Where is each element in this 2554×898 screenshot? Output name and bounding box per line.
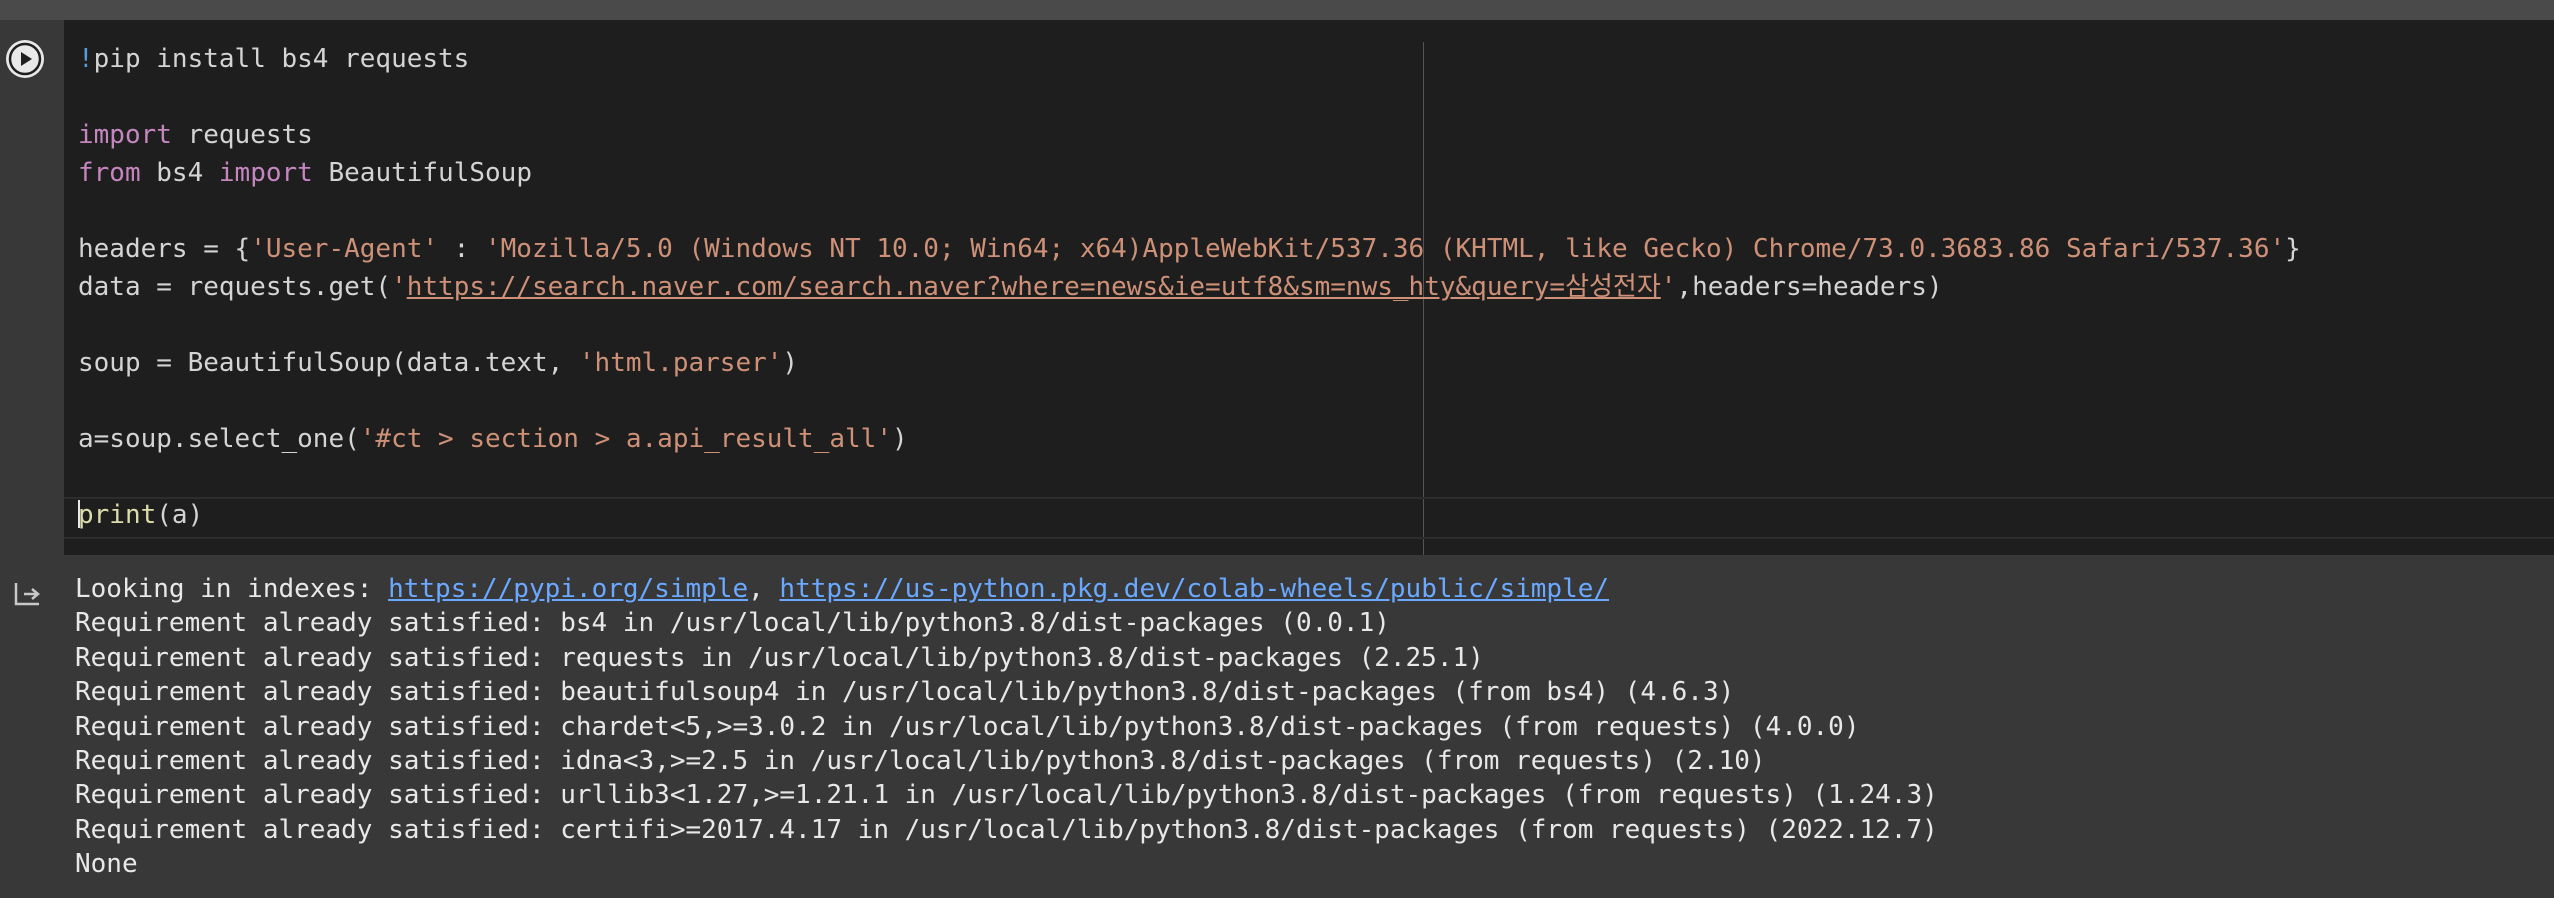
colab-wheels-link[interactable]: https://us-python.pkg.dev/colab-wheels/p… — [779, 574, 1609, 604]
code-cell: !pip install bs4 requests import request… — [0, 20, 2554, 555]
output-line: Requirement already satisfied: urllib3<1… — [75, 780, 1938, 811]
code-line: !pip install bs4 requests — [78, 40, 2301, 78]
keyword: import — [218, 158, 313, 188]
output-line: None — [75, 849, 138, 880]
pypi-index-link[interactable]: https://pypi.org/simple — [388, 574, 748, 604]
cell-gutter — [0, 20, 64, 555]
code-lines: !pip install bs4 requests import request… — [78, 40, 2301, 534]
output-line: Requirement already satisfied: requests … — [75, 642, 1484, 673]
string-literal: 'html.parser' — [578, 348, 783, 378]
code-text: (a) — [156, 500, 204, 530]
output-line: Requirement already satisfied: idna<3,>=… — [75, 745, 1766, 776]
code-text: a=soup.select_one( — [78, 424, 360, 454]
code-text: ,headers=headers) — [1676, 272, 1943, 302]
code-text: pip install bs4 requests — [93, 44, 470, 74]
output-separator: , — [748, 574, 780, 604]
code-line: soup = BeautifulSoup(data.text, 'html.pa… — [78, 344, 2301, 382]
play-icon — [8, 42, 42, 76]
code-text: : — [438, 234, 485, 264]
string-literal: 'Mozilla/5.0 (Windows NT 10.0; Win64; x6… — [485, 234, 2286, 264]
output-line: Requirement already satisfied: certifi>=… — [75, 814, 1938, 845]
cell-output: Looking in indexes: https://pypi.org/sim… — [0, 555, 2554, 898]
keyword: import — [78, 120, 172, 150]
code-line: from bs4 import BeautifulSoup — [78, 154, 2301, 192]
code-line: a=soup.select_one('#ct > section > a.api… — [78, 420, 2301, 458]
code-text: ) — [891, 424, 908, 454]
code-text: requests — [171, 120, 313, 150]
keyword: from — [78, 158, 141, 188]
code-line: data = requests.get('https://search.nave… — [78, 268, 2301, 306]
string-literal: '#ct > section > a.api_result_all' — [359, 424, 892, 454]
top-toolbar-strip — [0, 0, 2554, 20]
output-line: Requirement already satisfied: bs4 in /u… — [75, 608, 1390, 639]
code-text: headers = { — [78, 234, 251, 264]
output-line: Looking in indexes: https://pypi.org/sim… — [75, 572, 1938, 606]
code-line: import requests — [78, 116, 2301, 154]
code-text: bs4 — [140, 158, 219, 188]
output-label: Looking in indexes: — [75, 574, 389, 604]
code-line: print(a) — [78, 496, 2301, 534]
function-name: print — [78, 500, 157, 530]
string-literal: 'User-Agent' — [250, 234, 439, 264]
code-text: ) — [782, 348, 799, 378]
shell-bang: ! — [78, 44, 94, 74]
output-line: Requirement already satisfied: chardet<5… — [75, 711, 1860, 742]
code-text: } — [2285, 234, 2301, 264]
string-quote: ' — [391, 272, 407, 302]
code-line: headers = {'User-Agent' : 'Mozilla/5.0 (… — [78, 230, 2301, 268]
output-line: Requirement already satisfied: beautiful… — [75, 677, 1735, 708]
code-editor[interactable]: !pip install bs4 requests import request… — [64, 20, 2554, 555]
output-text: Looking in indexes: https://pypi.org/sim… — [75, 572, 1938, 882]
url-link[interactable]: https://search.naver.com/search.naver?wh… — [407, 272, 1661, 302]
code-text: BeautifulSoup — [312, 158, 532, 188]
output-arrow-icon[interactable] — [12, 577, 44, 609]
run-cell-button[interactable] — [6, 40, 44, 78]
code-text: soup = BeautifulSoup(data.text, — [78, 348, 579, 378]
code-text: data = requests.get( — [78, 272, 392, 302]
string-quote: ' — [1660, 272, 1677, 302]
